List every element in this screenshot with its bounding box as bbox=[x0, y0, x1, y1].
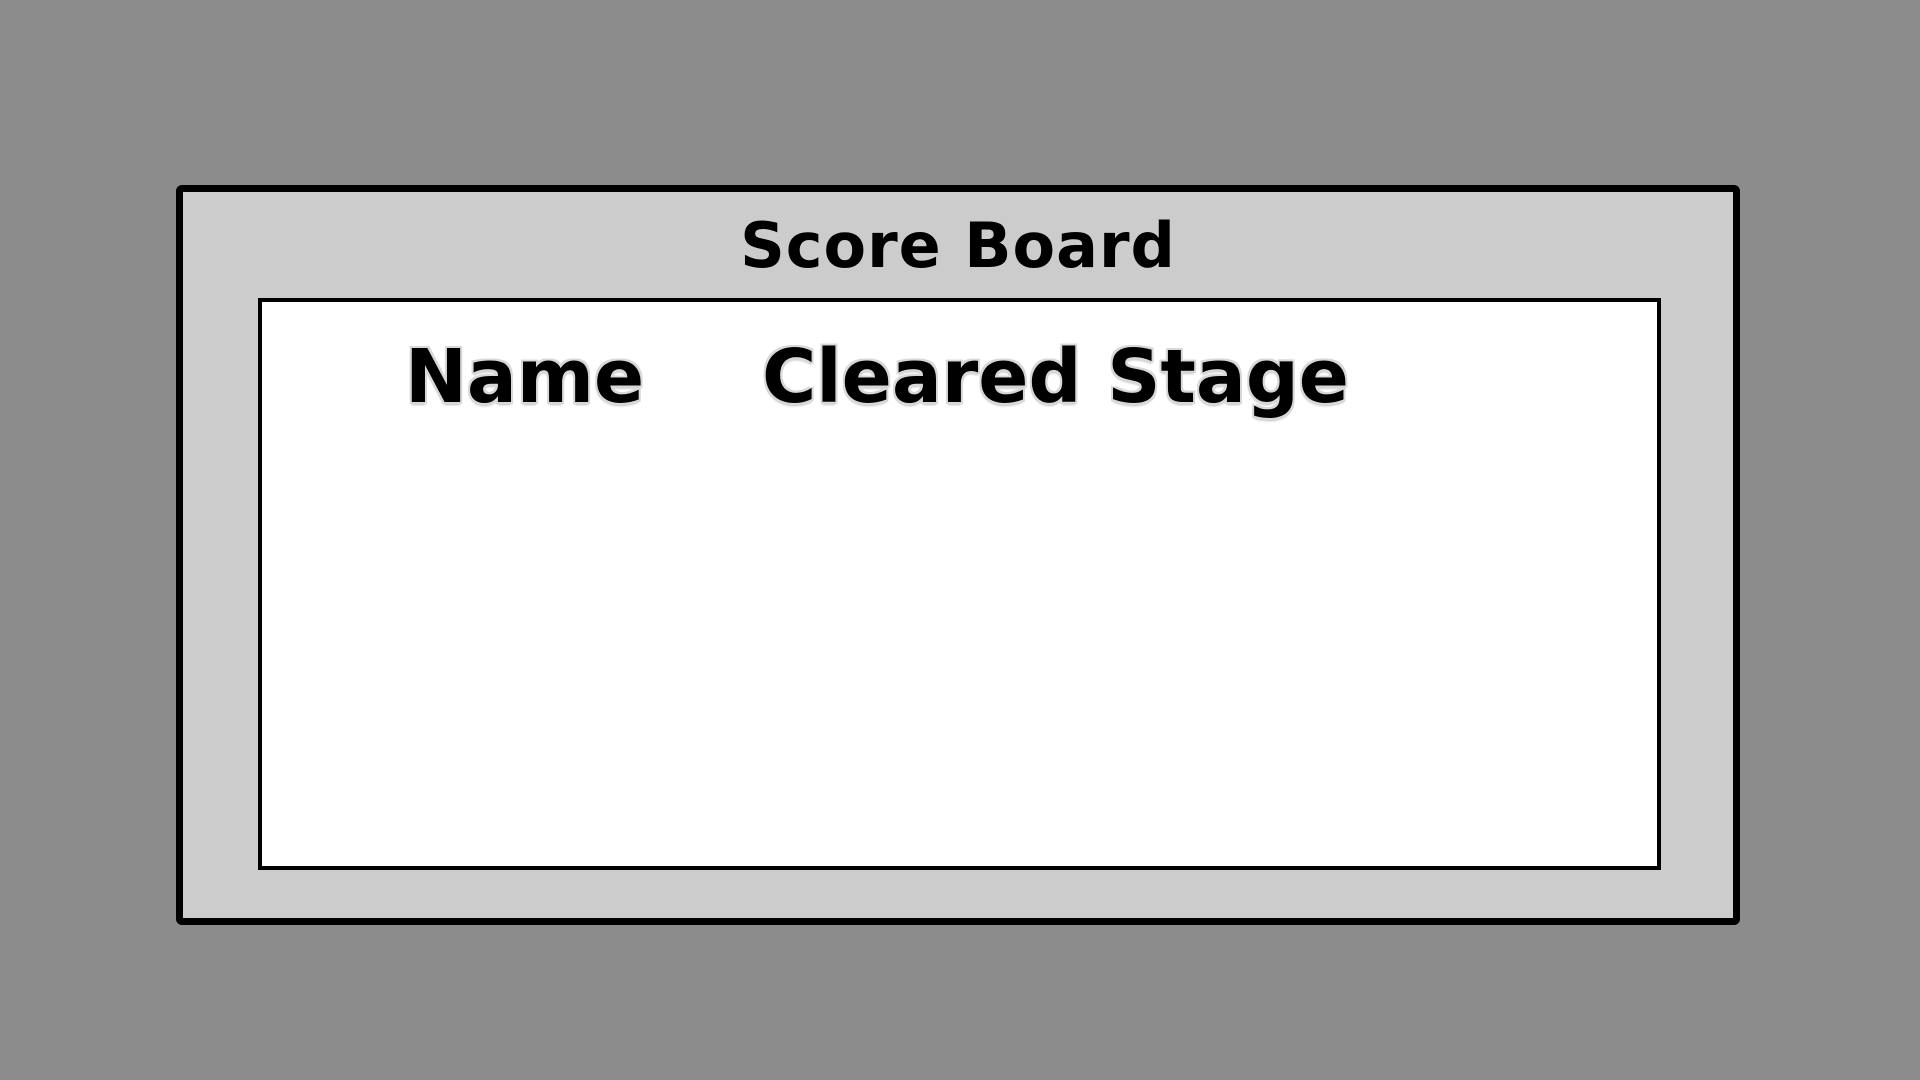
score-rows bbox=[262, 442, 1657, 866]
score-table: Name Cleared Stage bbox=[258, 298, 1661, 870]
column-header-name: Name bbox=[405, 334, 645, 420]
column-header-cleared-stage: Cleared Stage bbox=[762, 334, 1349, 420]
score-board-title: Score Board bbox=[740, 209, 1176, 282]
score-board-panel: Score Board Name Cleared Stage bbox=[176, 185, 1740, 925]
